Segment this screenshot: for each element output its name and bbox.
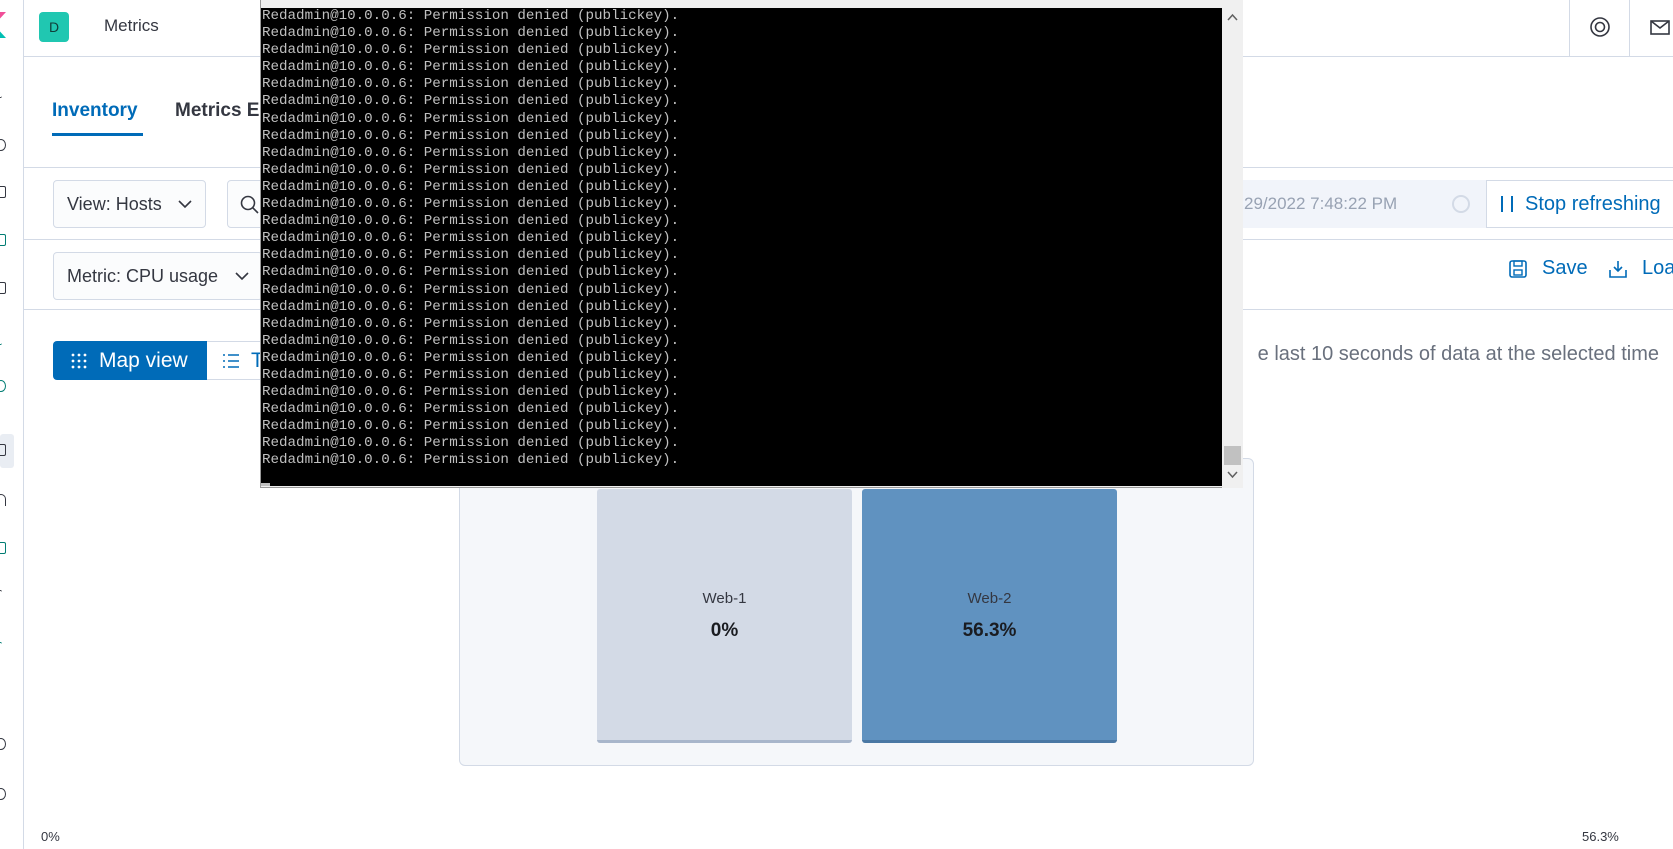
space-avatar[interactable]: D — [39, 12, 69, 42]
legend-min-label: 0% — [41, 829, 60, 844]
legend-max-label: 56.3% — [1582, 829, 1619, 844]
search-icon — [240, 195, 259, 214]
chevron-down-icon — [178, 200, 192, 209]
table-view-button[interactable]: T — [207, 341, 267, 380]
scroll-down-arrow-icon[interactable] — [1226, 468, 1239, 481]
terminal-line: Redadmin@10.0.0.6: Permission denied (pu… — [262, 315, 680, 332]
terminal-line: Redadmin@10.0.0.6: Permission denied (pu… — [262, 401, 680, 418]
terminal-line: Redadmin@10.0.0.6: Permission denied (pu… — [262, 42, 680, 59]
node-name: Web-1 — [702, 590, 747, 607]
help-icon — [1590, 17, 1610, 37]
terminal-line: Redadmin@10.0.0.6: Permission denied (pu… — [262, 161, 680, 178]
save-label: Save — [1542, 257, 1588, 279]
load-label: Load — [1642, 257, 1673, 279]
breadcrumb-title[interactable]: Metrics — [104, 16, 159, 36]
help-menu-button[interactable] — [1569, 0, 1629, 57]
terminal-output[interactable]: Redadmin@10.0.0.6: Permission denied (pu… — [261, 8, 1222, 486]
scrollbar-thumb[interactable] — [1224, 446, 1241, 465]
terminal-scrollbar[interactable] — [1222, 0, 1243, 488]
mail-icon — [1650, 20, 1670, 35]
node-name: Web-2 — [967, 590, 1012, 607]
terminal-line: Redadmin@10.0.0.6: Permission denied (pu… — [262, 110, 680, 127]
nav-icon-5[interactable] — [0, 282, 6, 294]
terminal-line: Redadmin@10.0.0.6: Permission denied (pu… — [262, 59, 680, 76]
save-icon — [1509, 260, 1527, 278]
stop-refreshing-label: Stop refreshing — [1525, 193, 1661, 215]
map-view-button[interactable]: Map view — [53, 341, 207, 380]
map-view-label: Map view — [99, 349, 188, 372]
nav-icon-11[interactable] — [0, 590, 2, 602]
load-view-button[interactable]: Load — [1609, 257, 1673, 280]
view-select-label: View: Hosts — [67, 194, 162, 214]
node-value: 0% — [710, 620, 739, 641]
date-picker-value: 29/2022 7:48:22 PM — [1244, 194, 1398, 213]
tab-active-indicator — [52, 133, 143, 136]
terminal-line: Redadmin@10.0.0.6: Permission denied (pu… — [262, 196, 680, 213]
terminal-line: Redadmin@10.0.0.6: Permission denied (pu… — [262, 298, 680, 315]
terminal-line: Redadmin@10.0.0.6: Permission denied (pu… — [262, 332, 680, 349]
scroll-up-arrow-icon[interactable] — [1226, 11, 1239, 24]
nav-icon-4[interactable] — [0, 234, 6, 246]
save-view-button[interactable]: Save — [1509, 257, 1588, 280]
terminal-line: Redadmin@10.0.0.6: Permission denied (pu… — [262, 366, 680, 383]
kibana-logo-icon[interactable] — [0, 12, 8, 38]
terminal-line: Redadmin@10.0.0.6: Permission denied (pu… — [262, 247, 680, 264]
waffle-map-group — [459, 458, 1254, 766]
host-node-web-1[interactable]: Web-1 0% — [597, 489, 852, 743]
chevron-down-icon — [235, 272, 249, 281]
terminal-line: Redadmin@10.0.0.6: Permission denied (pu… — [262, 452, 680, 469]
terminal-line: Redadmin@10.0.0.6: Permission denied (pu… — [262, 8, 680, 24]
terminal-line: Redadmin@10.0.0.6: Permission denied (pu… — [262, 264, 680, 281]
terminal-line: Redadmin@10.0.0.6: Permission denied (pu… — [262, 349, 680, 366]
tab-metrics-explorer[interactable]: Metrics E — [175, 100, 259, 122]
terminal-line: Redadmin@10.0.0.6: Permission denied (pu… — [262, 178, 680, 195]
terminal-line: Redadmin@10.0.0.6: Permission denied (pu… — [262, 384, 680, 401]
nav-icon-2[interactable] — [0, 139, 6, 151]
terminal-line: Redadmin@10.0.0.6: Permission denied (pu… — [262, 76, 680, 93]
nav-icon-6[interactable] — [0, 333, 2, 345]
list-icon — [223, 354, 239, 368]
host-node-web-2[interactable]: Web-2 56.3% — [862, 489, 1117, 743]
date-picker[interactable]: 29/2022 7:48:22 PM — [1224, 180, 1486, 228]
metric-select-label: Metric: CPU usage — [67, 266, 219, 286]
terminal-line: Redadmin@10.0.0.6: Permission denied (pu… — [262, 144, 680, 161]
terminal-line: Redadmin@10.0.0.6: Permission denied (pu… — [262, 418, 680, 435]
nav-icon-14[interactable] — [0, 788, 6, 800]
tab-inventory[interactable]: Inventory — [52, 100, 138, 122]
data-timing-info: e last 10 seconds of data at the selecte… — [1257, 343, 1659, 365]
nav-icon-1[interactable] — [0, 86, 2, 98]
nav-icon-13[interactable] — [0, 738, 6, 750]
nav-icon-7[interactable] — [0, 380, 6, 392]
terminal-window[interactable]: Redadmin@10.0.0.6: Permission denied (pu… — [260, 0, 1243, 488]
terminal-line: Redadmin@10.0.0.6: Permission denied (pu… — [262, 213, 680, 230]
loading-spinner-icon — [1452, 195, 1470, 213]
terminal-cursor — [261, 482, 270, 486]
terminal-line: Redadmin@10.0.0.6: Permission denied (pu… — [262, 93, 680, 110]
pause-icon — [1501, 196, 1513, 212]
newsfeed-button[interactable] — [1629, 0, 1673, 57]
nav-icon-12[interactable] — [0, 642, 2, 654]
grid-icon — [71, 353, 87, 369]
terminal-line: Redadmin@10.0.0.6: Permission denied (pu… — [262, 25, 680, 42]
nav-icon-10[interactable] — [0, 542, 6, 554]
load-icon — [1609, 261, 1627, 278]
terminal-line: Redadmin@10.0.0.6: Permission denied (pu… — [262, 230, 680, 247]
metric-select[interactable]: Metric: CPU usage — [53, 252, 263, 300]
left-nav — [0, 0, 24, 849]
terminal-line: Redadmin@10.0.0.6: Permission denied (pu… — [262, 435, 680, 452]
nav-icon-3[interactable] — [0, 186, 6, 198]
node-value: 56.3% — [962, 620, 1017, 641]
view-hosts-select[interactable]: View: Hosts — [53, 180, 206, 228]
nav-icon-metrics[interactable] — [0, 444, 6, 456]
stop-refreshing-button[interactable]: Stop refreshing — [1486, 180, 1673, 228]
terminal-line: Redadmin@10.0.0.6: Permission denied (pu… — [262, 281, 680, 298]
nav-icon-9[interactable] — [0, 494, 6, 506]
terminal-line: Redadmin@10.0.0.6: Permission denied (pu… — [262, 127, 680, 144]
